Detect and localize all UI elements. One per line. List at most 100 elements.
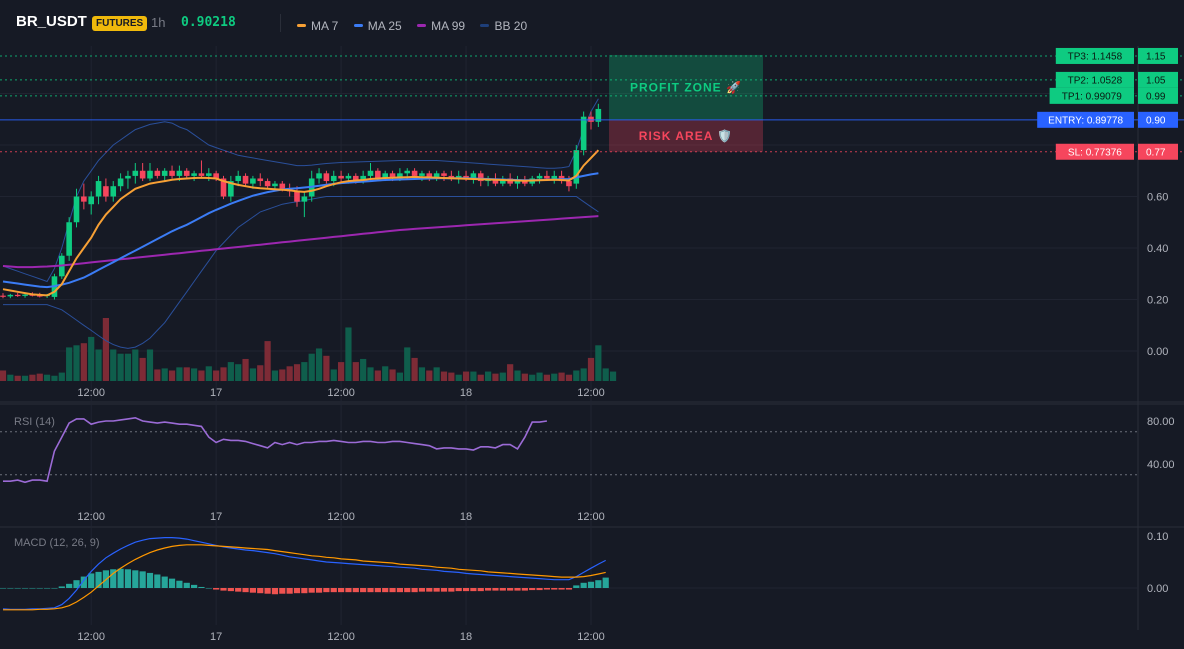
candle-body (235, 175, 241, 182)
trade-levels: PROFIT ZONE 🚀 RISK AREA 🛡️ TP3: 1.1458 1.15… (0, 47, 1184, 160)
volume-bar (521, 373, 528, 381)
volume-bar (338, 362, 345, 381)
macd-histogram-bar (492, 588, 499, 591)
level-tag-text-sl: SL: 0.77376 (1068, 147, 1122, 158)
volume-bar (168, 370, 176, 381)
time-axis-label: 12:00 (77, 387, 105, 399)
macd-histogram-bar (235, 588, 242, 592)
volume-bar (132, 349, 139, 381)
volume-bar (73, 345, 80, 381)
volume-bar (352, 362, 359, 381)
candle-body (330, 175, 337, 182)
macd-histogram-bar (507, 588, 514, 591)
macd-histogram-bar (404, 588, 411, 593)
volume-bar (404, 347, 411, 381)
volume-bar (573, 370, 580, 381)
macd-histogram-bar (198, 586, 205, 588)
candle-body (323, 173, 330, 182)
volume-bar (558, 372, 565, 381)
volume-bar (161, 368, 168, 381)
macd-histogram-bar (426, 588, 433, 592)
time-axis-label: 12:00 (577, 511, 605, 523)
macd-histogram-bar (389, 588, 396, 593)
time-axis-label: 17 (210, 631, 222, 643)
macd-histogram-bar (360, 588, 367, 593)
time-axis-label: 12:00 (77, 631, 105, 643)
candle-body (441, 173, 447, 176)
volume-bar (36, 373, 43, 381)
macd-histogram-bar (227, 588, 234, 592)
candle-body (206, 173, 212, 176)
volume-bar (345, 327, 352, 381)
macd-histogram-bar (477, 588, 484, 592)
volume-bar (286, 366, 293, 381)
volume-bar (529, 374, 536, 381)
candle-body (132, 170, 139, 176)
macd-histogram-bar (521, 588, 528, 591)
candle-body (147, 170, 153, 179)
macd-histogram-bar (242, 588, 249, 593)
macd-histogram-bar (587, 581, 595, 588)
volume-bar (110, 349, 117, 381)
volume-bar (66, 347, 73, 381)
rsi-axis-label: 40.00 (1147, 459, 1175, 471)
macd-histogram-bar (124, 569, 132, 588)
price-axis-label: 0.20 (1147, 295, 1168, 307)
candle-body (419, 173, 425, 176)
price-axis-label: 0.40 (1147, 243, 1168, 255)
macd-histogram-bar (257, 588, 264, 594)
volume-bar (279, 369, 286, 381)
volume-bar (551, 373, 558, 381)
volume-bar (499, 372, 506, 381)
volume-bar (389, 369, 396, 381)
macd-histogram-bar (470, 588, 477, 592)
volume-bar (455, 374, 462, 381)
volume-bar (88, 336, 95, 381)
volume-bar (227, 362, 234, 381)
macd-pane[interactable] (0, 537, 1138, 611)
macd-histogram-bar (183, 582, 190, 588)
macd-histogram-bar (602, 577, 609, 588)
candle-body (125, 175, 131, 179)
time-axis-label: 12:00 (577, 387, 605, 399)
volume-bar (492, 373, 499, 381)
volume-bar (411, 357, 418, 381)
volume-bar (536, 372, 543, 381)
rsi-pane[interactable] (0, 416, 1138, 484)
volume-bar (0, 370, 7, 381)
axis-tag-text-tp1: 0.99 (1146, 91, 1166, 102)
candle-body (588, 116, 594, 122)
volume-bar (257, 365, 264, 381)
time-axis-label: 18 (460, 511, 472, 523)
volume-bar (433, 367, 440, 381)
candle-body (338, 175, 344, 179)
volume-bar (485, 371, 492, 381)
volume-bar (213, 370, 220, 381)
volume-bar (264, 341, 271, 381)
volume-bar (154, 369, 161, 381)
candle-body (183, 170, 190, 176)
macd-histogram-bar (36, 588, 43, 589)
volume-bar (507, 364, 514, 381)
macd-histogram-bar (176, 580, 183, 588)
axis-tag-text-sl: 0.77 (1146, 147, 1166, 158)
volume-bar (418, 367, 426, 381)
macd-histogram-bar (7, 588, 14, 589)
candle-body (257, 178, 264, 182)
macd-histogram-bar (264, 588, 271, 594)
macd-histogram-bar (58, 586, 65, 588)
volume-bar (80, 343, 87, 381)
candle-body (88, 196, 94, 205)
axes: 0.60 0.40 0.20 0.00 12:00 17 12:00 18 12:00 12:00… (77, 192, 1174, 644)
macd-histogram-bar (573, 585, 580, 588)
macd-histogram-bar (323, 588, 330, 593)
level-tag-text-entry: ENTRY: 0.89778 (1048, 115, 1123, 126)
bb-upper-line (2, 98, 599, 283)
candle-body (264, 181, 271, 187)
price-pane[interactable] (0, 98, 617, 381)
trading-chart[interactable]: PROFIT ZONE 🚀 RISK AREA 🛡️ TP3: 1.1458 1.15… (0, 0, 1184, 649)
time-axis-label: 18 (460, 631, 472, 643)
axis-tag-text-entry: 0.90 (1146, 115, 1166, 126)
volume-bar (146, 349, 154, 381)
macd-histogram-bar (154, 574, 161, 588)
